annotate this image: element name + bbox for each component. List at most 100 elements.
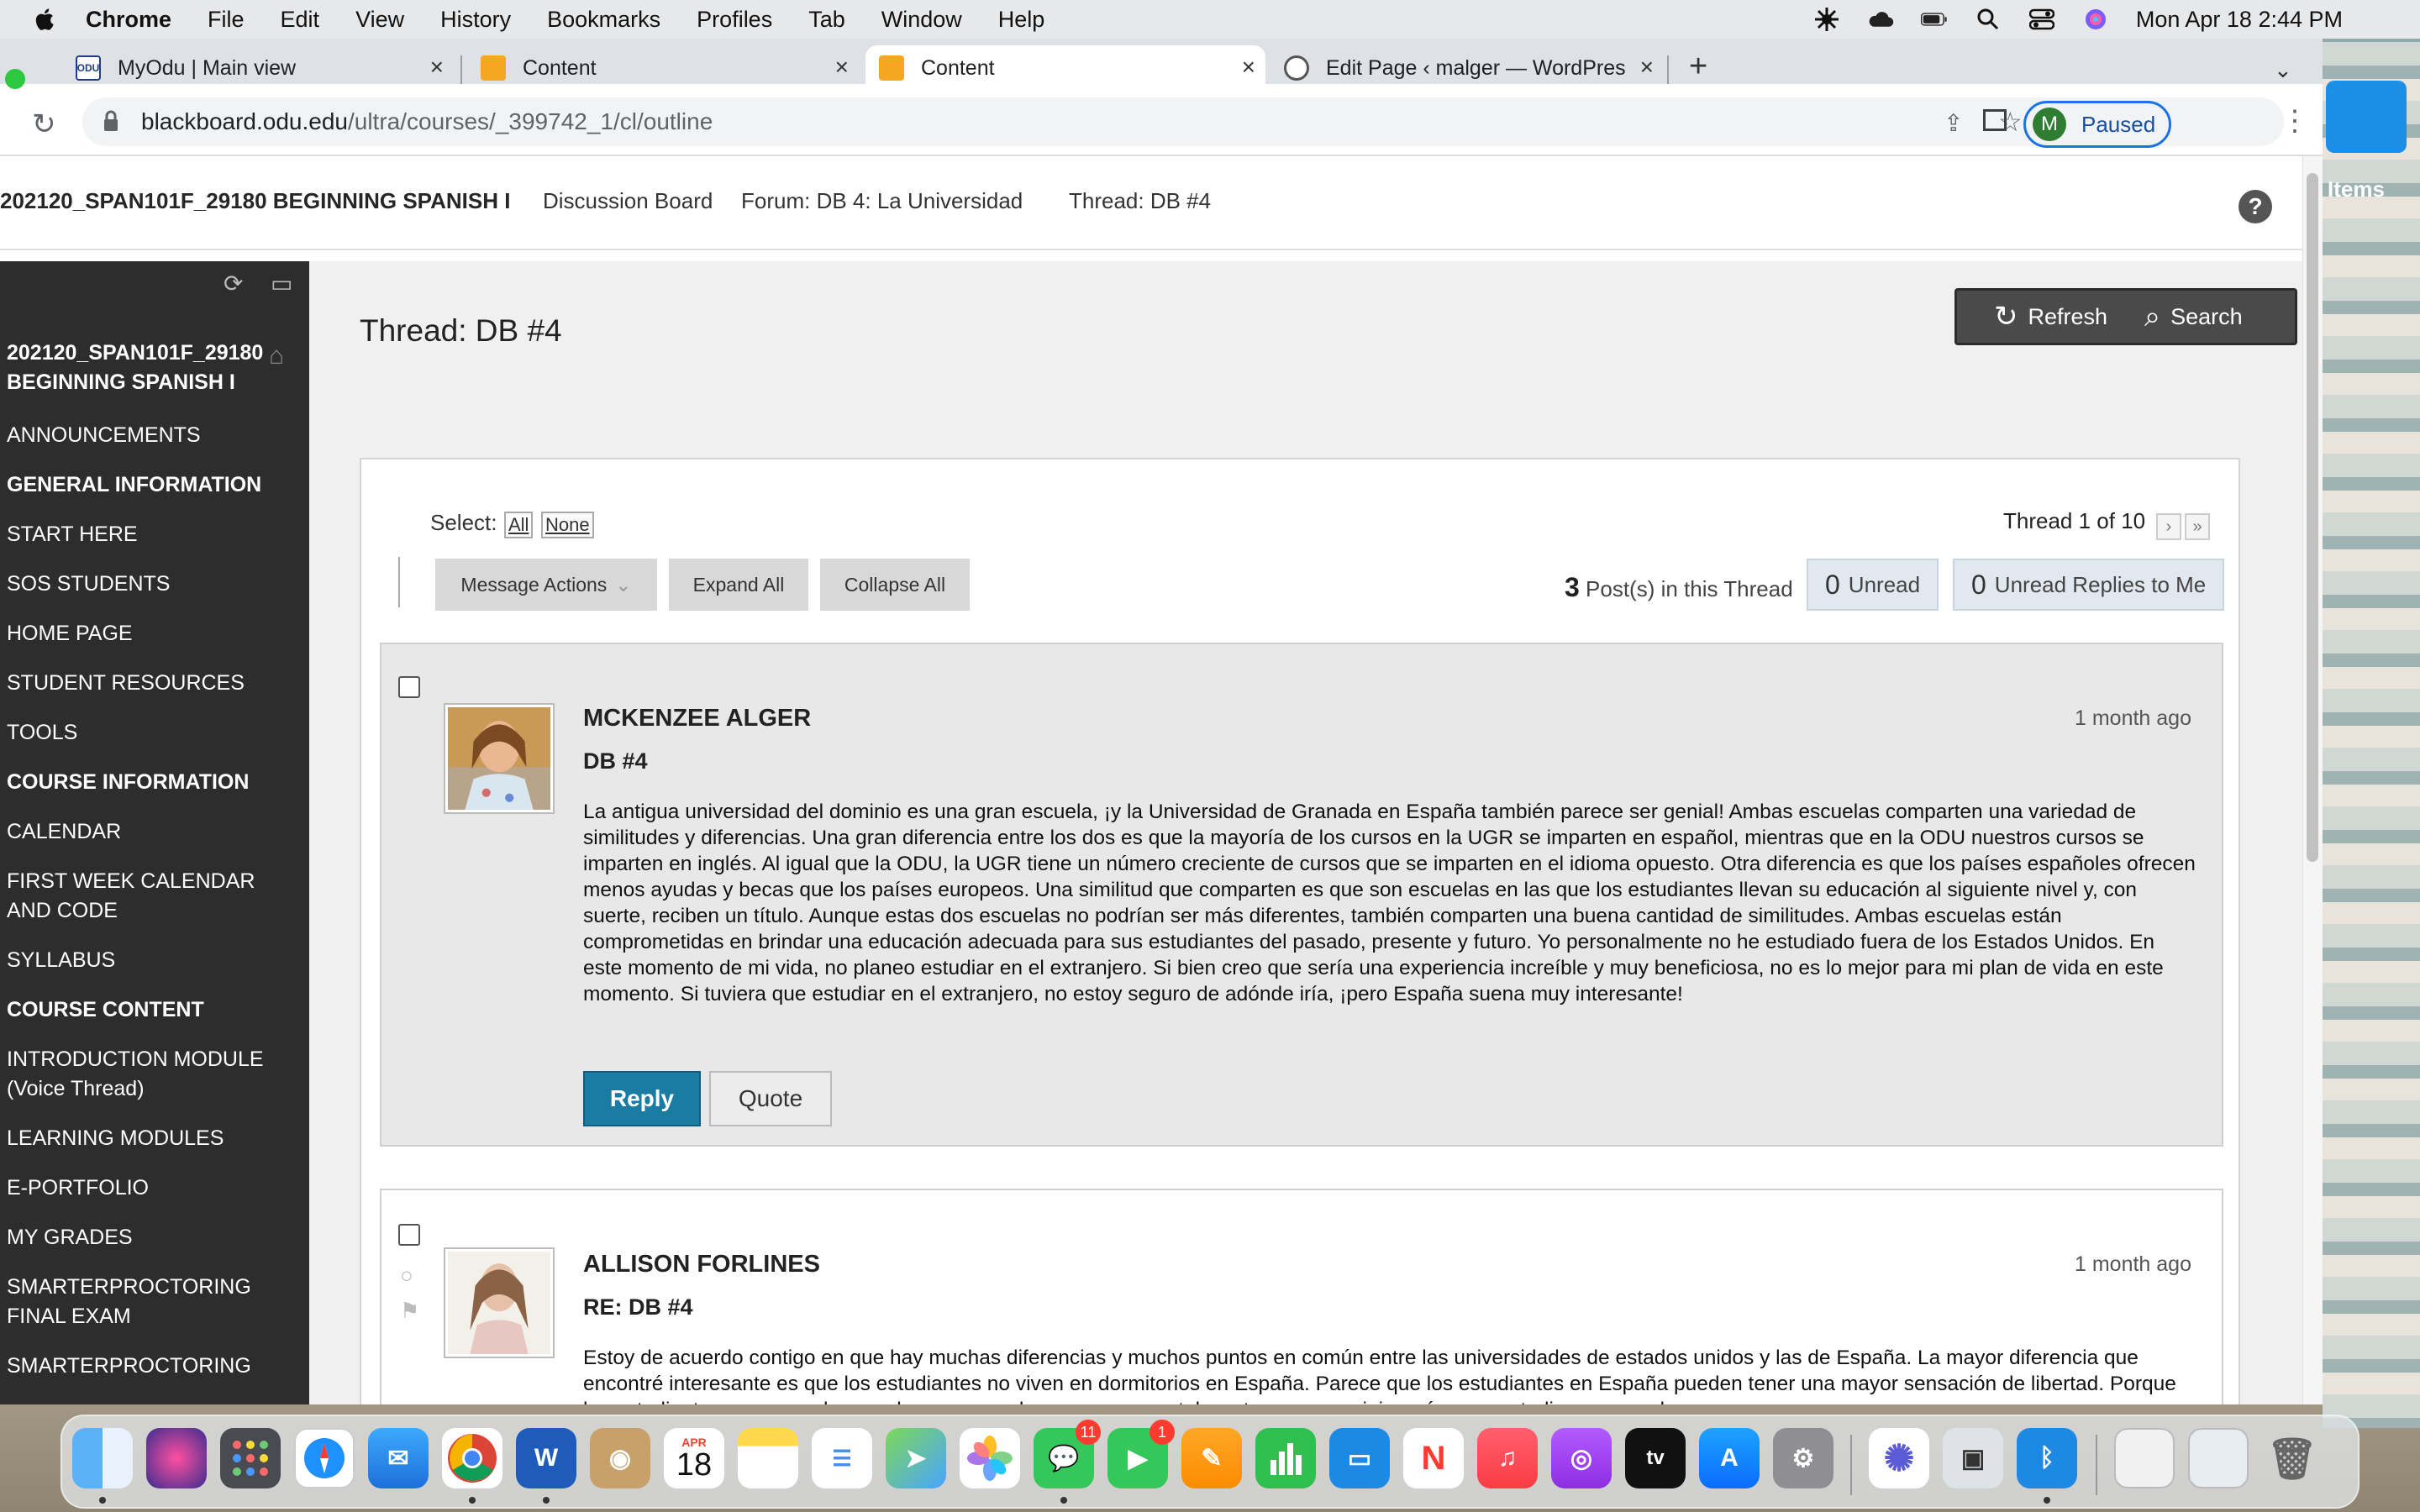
select-none-link[interactable]: None — [541, 512, 594, 538]
tab-close-icon[interactable]: × — [1640, 54, 1654, 81]
tab-close-icon[interactable]: × — [1242, 54, 1255, 81]
unread-count-box[interactable]: 0 Unread — [1807, 559, 1939, 611]
browser-menu-icon[interactable]: ⋮ — [2281, 104, 2309, 138]
spotlight-search-icon[interactable] — [1975, 8, 2002, 30]
post-author[interactable]: ALLISON FORLINES — [583, 1251, 820, 1278]
apple-tv-icon[interactable]: tv — [1625, 1428, 1686, 1488]
news-icon[interactable]: N — [1403, 1428, 1464, 1488]
chrome-icon[interactable] — [442, 1428, 502, 1488]
apple-icon[interactable] — [32, 7, 55, 32]
launchpad-icon[interactable] — [220, 1428, 281, 1488]
siri-icon[interactable] — [2082, 8, 2109, 30]
breadcrumb-course[interactable]: 202120_SPAN101F_29180 BEGINNING SPANISH … — [0, 188, 510, 214]
omnibox[interactable]: blackboard.odu.edu/ultra/courses/_399742… — [82, 97, 2284, 146]
select-all-link[interactable]: All — [504, 512, 534, 538]
sidebar-item-calendar[interactable]: CALENDAR — [7, 817, 292, 847]
reload-icon[interactable]: ↻ — [32, 108, 56, 141]
contacts-icon[interactable]: ◉ — [590, 1428, 650, 1488]
reply-button[interactable]: Reply — [583, 1071, 701, 1126]
home-icon[interactable]: ⌂ — [269, 342, 284, 370]
unread-replies-box[interactable]: 0 Unread Replies to Me — [1953, 559, 2225, 611]
menu-app-name[interactable]: Chrome — [86, 7, 171, 33]
menu-clock[interactable]: Mon Apr 18 2:44 PM — [2136, 7, 2343, 33]
sidebar-item-sos-students[interactable]: SOS STUDENTS — [7, 570, 292, 599]
post-author[interactable]: MCKENZEE ALGER — [583, 705, 811, 732]
app-store-icon[interactable]: A — [1699, 1428, 1760, 1488]
last-thread-double-chevron-icon[interactable]: » — [2185, 513, 2210, 540]
url-text[interactable]: blackboard.odu.edu/ultra/courses/_399742… — [141, 108, 713, 135]
search-button[interactable]: ⌕ Search — [2144, 301, 2243, 333]
messages-icon[interactable]: 💬 11 — [1034, 1420, 1101, 1488]
side-panel-icon[interactable] — [1983, 109, 2007, 131]
share-icon[interactable]: ⇪ — [1944, 109, 1963, 137]
numbers-icon[interactable] — [1255, 1428, 1316, 1488]
tab-content-active[interactable]: Content × — [865, 45, 1265, 91]
menu-view[interactable]: View — [355, 7, 404, 33]
sidebar-item-first-week-calendar[interactable]: FIRST WEEK CALENDAR AND CODE — [7, 867, 259, 926]
sidebar-course-title[interactable]: 202120_SPAN101F_29180 BEGINNING SPANISH … — [7, 339, 276, 397]
sidebar-item-introduction-module[interactable]: INTRODUCTION MODULE (Voice Thread) — [7, 1045, 292, 1104]
zoom-sunburst-icon[interactable]: ✺ — [1869, 1428, 1929, 1488]
lock-icon[interactable] — [103, 110, 119, 132]
sidebar-item-e-portfolio[interactable]: E-PORTFOLIO — [7, 1173, 292, 1203]
menu-bookmarks[interactable]: Bookmarks — [547, 7, 660, 33]
safari-icon[interactable] — [294, 1428, 355, 1488]
photos-icon[interactable] — [960, 1428, 1020, 1488]
sunburst-menu-icon[interactable] — [1813, 8, 1840, 31]
author-avatar[interactable] — [444, 1247, 555, 1358]
finder-icon[interactable] — [72, 1428, 133, 1488]
tab-close-icon[interactable]: × — [430, 54, 444, 81]
pages-icon[interactable]: ✎ — [1181, 1428, 1242, 1488]
reminders-icon[interactable]: ☰ — [812, 1428, 872, 1488]
sidebar-heading-course-information[interactable]: COURSE INFORMATION — [7, 768, 292, 797]
menu-history[interactable]: History — [440, 7, 511, 33]
music-icon[interactable]: ♫ — [1477, 1428, 1538, 1488]
breadcrumb-forum[interactable]: Forum: DB 4: La Universidad — [741, 188, 1023, 214]
menu-file[interactable]: File — [208, 7, 245, 33]
menu-tab[interactable]: Tab — [808, 7, 845, 33]
profile-button[interactable]: M Paused — [2023, 101, 2171, 148]
message-actions-dropdown[interactable]: Message Actions ⌄ — [435, 559, 657, 611]
author-avatar[interactable] — [444, 703, 555, 814]
collapse-all-button[interactable]: Collapse All — [820, 559, 970, 611]
maps-icon[interactable]: ➤ — [886, 1428, 946, 1488]
new-tab-plus-icon[interactable]: + — [1689, 49, 1707, 85]
sidebar-item-tools[interactable]: TOOLS — [7, 718, 292, 748]
mail-icon[interactable]: ✉ — [368, 1428, 429, 1488]
sidebar-item-smarterproctoring-final[interactable]: SMARTERPROCTORING FINAL EXAM — [7, 1273, 259, 1331]
post-checkbox[interactable] — [398, 676, 420, 698]
sidebar-item-announcements[interactable]: ANNOUNCEMENTS — [7, 421, 292, 450]
help-icon[interactable]: ? — [2238, 190, 2272, 223]
sidebar-heading-general-information[interactable]: GENERAL INFORMATION — [7, 470, 292, 500]
next-thread-chevron-icon[interactable]: › — [2156, 513, 2181, 540]
sidebar-item-syllabus[interactable]: SYLLABUS — [7, 946, 292, 975]
preview-icon[interactable]: ▣ — [1943, 1428, 2003, 1488]
folder-view-icon[interactable]: ▭ — [271, 270, 299, 298]
battery-icon[interactable] — [1920, 8, 1948, 30]
downloads-stack-icon[interactable] — [2114, 1428, 2175, 1488]
desktop-folder-icon[interactable] — [2326, 81, 2407, 153]
unread-radio-icon[interactable]: ○ — [400, 1257, 419, 1293]
quote-button[interactable]: Quote — [709, 1071, 832, 1126]
post-checkbox[interactable] — [398, 1224, 420, 1246]
notes-icon[interactable] — [738, 1428, 798, 1488]
tab-close-icon[interactable]: × — [835, 54, 849, 81]
sidebar-item-start-here[interactable]: START HERE — [7, 520, 292, 549]
facetime-icon[interactable]: ▶ 1 — [1107, 1420, 1175, 1488]
system-preferences-icon[interactable]: ⚙ — [1773, 1428, 1833, 1488]
menu-edit[interactable]: Edit — [281, 7, 320, 33]
bluetooth-icon[interactable]: ᛒ — [2017, 1428, 2077, 1488]
flag-icon[interactable]: ⚑ — [400, 1293, 419, 1328]
trash-icon[interactable]: 🗑 — [2262, 1428, 2323, 1488]
scrollbar-thumb[interactable] — [2307, 173, 2318, 862]
expand-all-button[interactable]: Expand All — [669, 559, 808, 611]
tab-search-chevron-icon[interactable]: ⌄ — [2274, 57, 2292, 83]
calendar-icon[interactable]: APR 18 — [664, 1428, 724, 1488]
refresh-button[interactable]: ↻ Refresh — [1994, 300, 2107, 333]
menu-profiles[interactable]: Profiles — [697, 7, 772, 33]
siri-app-icon[interactable] — [146, 1428, 207, 1488]
cloud-icon[interactable] — [1867, 8, 1894, 30]
tab-wordpress[interactable]: Edit Page ‹ malger — WordPres × — [1284, 45, 1664, 91]
keynote-icon[interactable]: ▭ — [1329, 1428, 1390, 1488]
menu-help[interactable]: Help — [998, 7, 1045, 33]
